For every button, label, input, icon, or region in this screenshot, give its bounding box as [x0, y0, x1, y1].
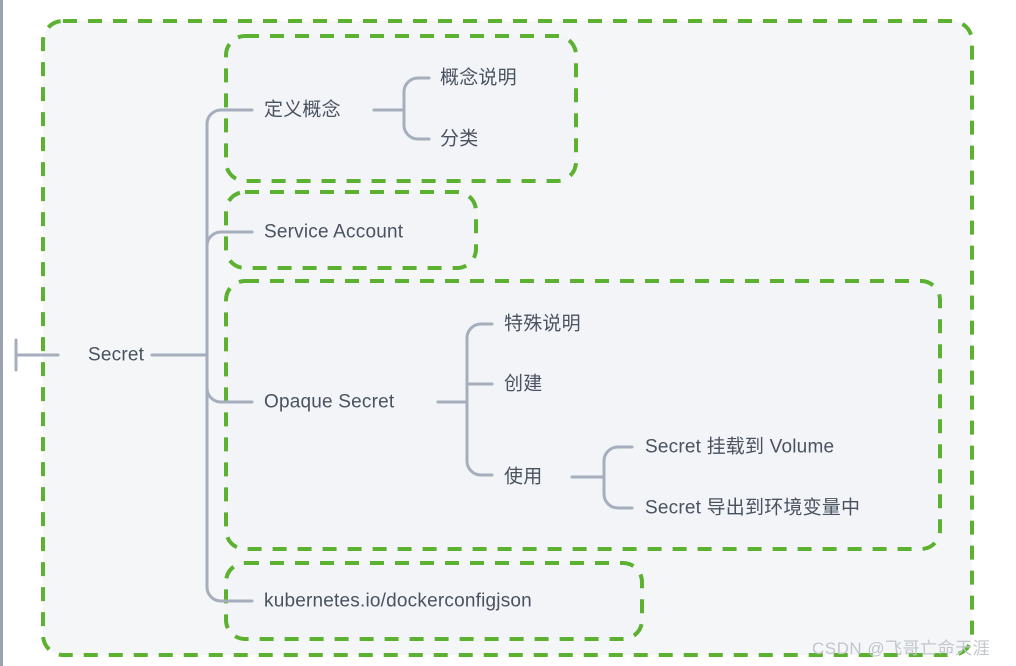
- node-create[interactable]: 创建: [504, 375, 542, 394]
- node-opaque-secret[interactable]: Opaque Secret: [264, 393, 394, 412]
- node-concept-description[interactable]: 概念说明: [440, 69, 517, 88]
- node-classification[interactable]: 分类: [440, 130, 478, 149]
- node-special-description[interactable]: 特殊说明: [504, 315, 581, 334]
- node-service-account[interactable]: Service Account: [264, 223, 403, 242]
- mindmap-canvas: Secret 定义概念 概念说明 分类 Service Account Opaq…: [0, 0, 1016, 666]
- node-definition[interactable]: 定义概念: [264, 101, 341, 120]
- watermark-text: CSDN @飞哥亡命天涯: [812, 639, 991, 658]
- node-root-secret[interactable]: Secret: [88, 346, 144, 365]
- node-dockerconfigjson[interactable]: kubernetes.io/dockerconfigjson: [264, 592, 532, 611]
- node-secret-mount-volume[interactable]: Secret 挂载到 Volume: [645, 438, 834, 457]
- node-usage[interactable]: 使用: [504, 468, 542, 487]
- node-secret-export-env[interactable]: Secret 导出到环境变量中: [645, 499, 860, 518]
